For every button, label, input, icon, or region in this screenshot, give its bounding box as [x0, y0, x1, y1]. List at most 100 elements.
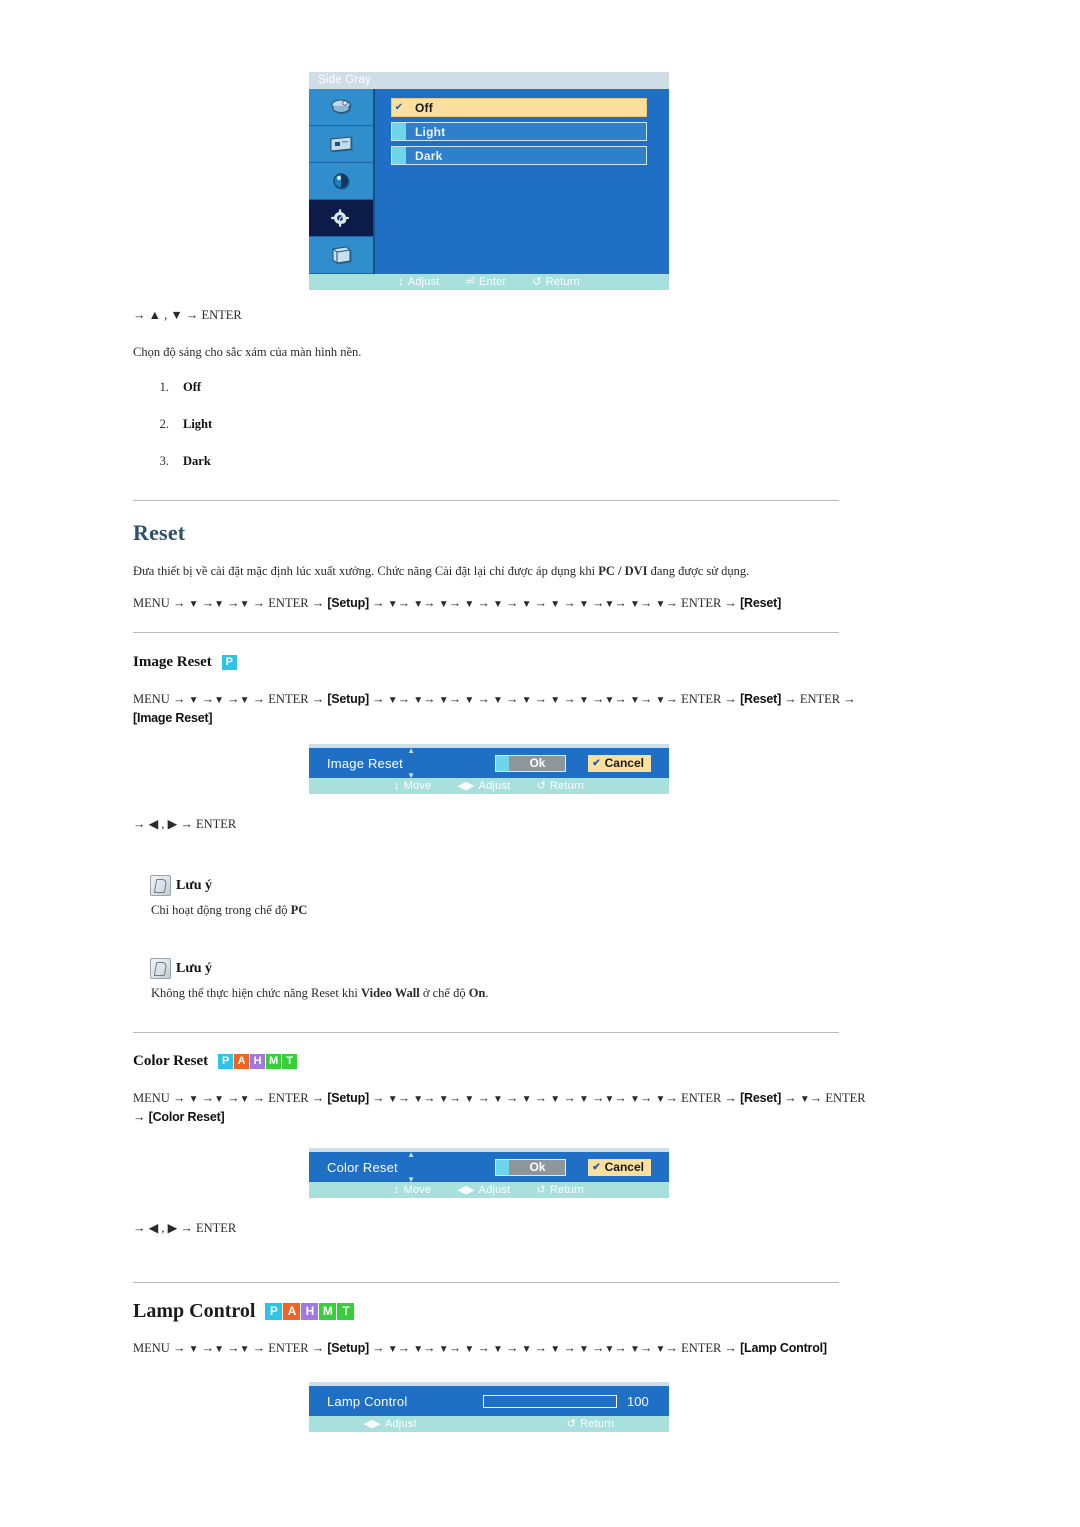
updown-arrow-icon: ↕ — [393, 780, 400, 792]
arrow-down-sequence-1: → ▼ →▼ →▼ → — [172, 692, 269, 706]
arrow-sep: → — [311, 1091, 328, 1105]
statusbar-adjust: ◀▶ Adjust — [457, 778, 510, 794]
ok-button-lip — [496, 755, 510, 771]
list-label: Light — [183, 417, 213, 431]
reset-description-pre: Đưa thiết bị về cài đặt mặc định lúc xuấ… — [133, 564, 599, 578]
divider — [133, 1032, 839, 1033]
mode-badges: P A H M T — [265, 1303, 355, 1320]
option-label: Light — [415, 124, 446, 139]
arrow-down-sequence-2: → ▼→ ▼→ ▼→ ▼ → ▼ → ▼ → ▼ → ▼ →▼→ ▼→ ▼→ — [372, 596, 682, 610]
menu-label: MENU — [133, 1091, 170, 1105]
statusbar-return: ↺ Return — [567, 1416, 615, 1432]
statusbar-return: ↺ Return — [532, 274, 580, 290]
sidebar-item-multi-control[interactable] — [309, 237, 373, 274]
option-chip — [392, 123, 406, 140]
osd-dialog-row: Lamp Control 100 — [309, 1386, 669, 1416]
list-item: 3. Dark — [155, 454, 212, 469]
arrow-up-icon: ▲ — [407, 745, 416, 755]
return-arrow-icon: ↺ — [532, 276, 542, 288]
osd-side-gray-menu[interactable]: Side Gray ✔ Off Light Dark ↕ Adjust ⏎ En… — [309, 72, 669, 290]
ok-button[interactable]: Ok — [495, 1158, 567, 1176]
osd-image-reset-dialog[interactable]: ▲ Image Reset ▼ Ok ✔ Cancel ↕ Move ◀▶ Ad… — [309, 744, 669, 794]
enter-label: ENTER — [799, 692, 841, 706]
arrow-sep: → — [724, 1341, 741, 1355]
statusbar-label: Adjust — [478, 1184, 511, 1196]
arrow-sep: → — [311, 596, 328, 610]
option-label: Dark — [415, 148, 443, 163]
setup-label: [Setup] — [327, 1341, 369, 1355]
reset-description: Đưa thiết bị về cài đặt mặc định lúc xuấ… — [133, 562, 853, 580]
arrow-sep: → — [843, 692, 856, 706]
reset-description-post: đang được sử dụng. — [647, 564, 750, 578]
cancel-button[interactable]: ✔ Cancel — [588, 1158, 651, 1176]
setup-label: [Setup] — [327, 1091, 369, 1105]
sidebar-item-display[interactable] — [309, 126, 373, 163]
enter-label: ENTER — [681, 1341, 722, 1355]
statusbar-label: Move — [403, 780, 432, 792]
note-title: Lưu ý — [176, 960, 213, 976]
note-body-post: . — [485, 986, 489, 1000]
lamp-control-label: [Lamp Control] — [740, 1341, 827, 1355]
option-row-off[interactable]: ✔ Off — [391, 98, 647, 117]
statusbar-label: Return — [545, 276, 580, 288]
lamp-slider[interactable] — [483, 1394, 617, 1408]
arrow-down-sequence-1: → ▼ →▼ →▼ → — [172, 596, 269, 610]
cancel-button[interactable]: ✔ Cancel — [588, 754, 651, 772]
statusbar-return: ↺ Return — [536, 1182, 584, 1198]
option-chip — [392, 147, 406, 164]
lamp-control-menu-path: MENU → ▼ →▼ →▼ → ENTER → [Setup] → ▼→ ▼→… — [133, 1339, 893, 1358]
statusbar-label: Return — [549, 780, 585, 792]
osd-dialog-label-text: Lamp Control — [327, 1393, 408, 1409]
badge-p: P — [221, 655, 237, 670]
osd-statusbar: ↕ Move ◀▶ Adjust ↺ Return — [309, 778, 669, 794]
osd-options-list[interactable]: ✔ Off Light Dark — [375, 89, 669, 274]
arrow-down-sequence-2: → ▼→ ▼→ ▼→ ▼ → ▼ → ▼ → ▼ → ▼ →▼→ ▼→ ▼→ — [372, 1341, 682, 1355]
statusbar-return: ↺ Return — [536, 778, 584, 794]
osd-dialog-label-text: Color Reset — [327, 1159, 398, 1175]
menu-label: MENU — [133, 692, 170, 706]
setup-gear-icon — [328, 207, 354, 229]
ok-button[interactable]: Ok — [495, 754, 567, 772]
badge-p: P — [218, 1054, 234, 1069]
badge-h: H — [301, 1303, 319, 1320]
lamp-slider-group[interactable]: 100 — [483, 1394, 649, 1409]
option-row-dark[interactable]: Dark — [391, 146, 647, 165]
badge-m: M — [266, 1054, 282, 1069]
note-body-mid: ở chế độ — [419, 986, 469, 1000]
statusbar-label: Adjust — [478, 780, 511, 792]
color-reset-keyline: → ◀ , ▶ → ENTER — [133, 1221, 237, 1235]
side-gray-option-list: 1. Off 2. Light 3. Dark — [155, 380, 213, 469]
setup-label: [Setup] — [327, 692, 369, 706]
badge-t: T — [337, 1303, 355, 1320]
statusbar-move: ↕ Move — [394, 1182, 431, 1198]
display-icon — [328, 133, 354, 155]
enter-label: ENTER — [681, 596, 722, 610]
leftright-arrow-icon: ◀▶ — [457, 780, 475, 792]
arrow-sep: → — [724, 692, 741, 706]
list-number: 3. — [159, 454, 169, 468]
note-body: Chỉ hoạt động trong chế độ PC — [151, 903, 307, 918]
statusbar-adjust: ◀▶ Adjust — [364, 1416, 417, 1432]
note-body-bold: PC — [290, 903, 308, 917]
arrow-down-sequence-1: → ▼ →▼ →▼ → — [172, 1091, 269, 1105]
osd-lamp-control-dialog[interactable]: Lamp Control 100 ◀▶ Adjust ↺ Return — [309, 1382, 669, 1432]
osd-statusbar: ◀▶ Adjust ↺ Return — [309, 1416, 669, 1432]
sidebar-item-picture[interactable] — [309, 89, 373, 126]
enter-label: ENTER — [268, 1091, 309, 1105]
enter-label: ENTER — [681, 1091, 722, 1105]
check-icon: ✔ — [592, 1161, 601, 1173]
osd-dialog-label: ▲ Color Reset ▼ — [327, 1150, 495, 1183]
enter-key-icon: ⏎ — [465, 276, 475, 288]
note-block-1: Lưu ý Chỉ hoạt động trong chế độ PC — [150, 875, 307, 918]
sidebar-item-setup[interactable] — [309, 200, 373, 237]
statusbar-label: Adjust — [407, 276, 440, 288]
sidebar-item-color[interactable] — [309, 163, 373, 200]
osd-color-reset-dialog[interactable]: ▲ Color Reset ▼ Ok ✔ Cancel ↕ Move ◀▶ Ad… — [309, 1148, 669, 1198]
statusbar-enter: ⏎ Enter — [466, 274, 507, 290]
section-title-text: Lamp Control — [133, 1300, 256, 1322]
arrow-sep: → — [724, 596, 741, 610]
mode-badges: P — [221, 655, 237, 670]
osd-sidebar[interactable] — [309, 89, 375, 274]
option-row-light[interactable]: Light — [391, 122, 647, 141]
osd-dialog-label: Lamp Control — [327, 1394, 483, 1409]
